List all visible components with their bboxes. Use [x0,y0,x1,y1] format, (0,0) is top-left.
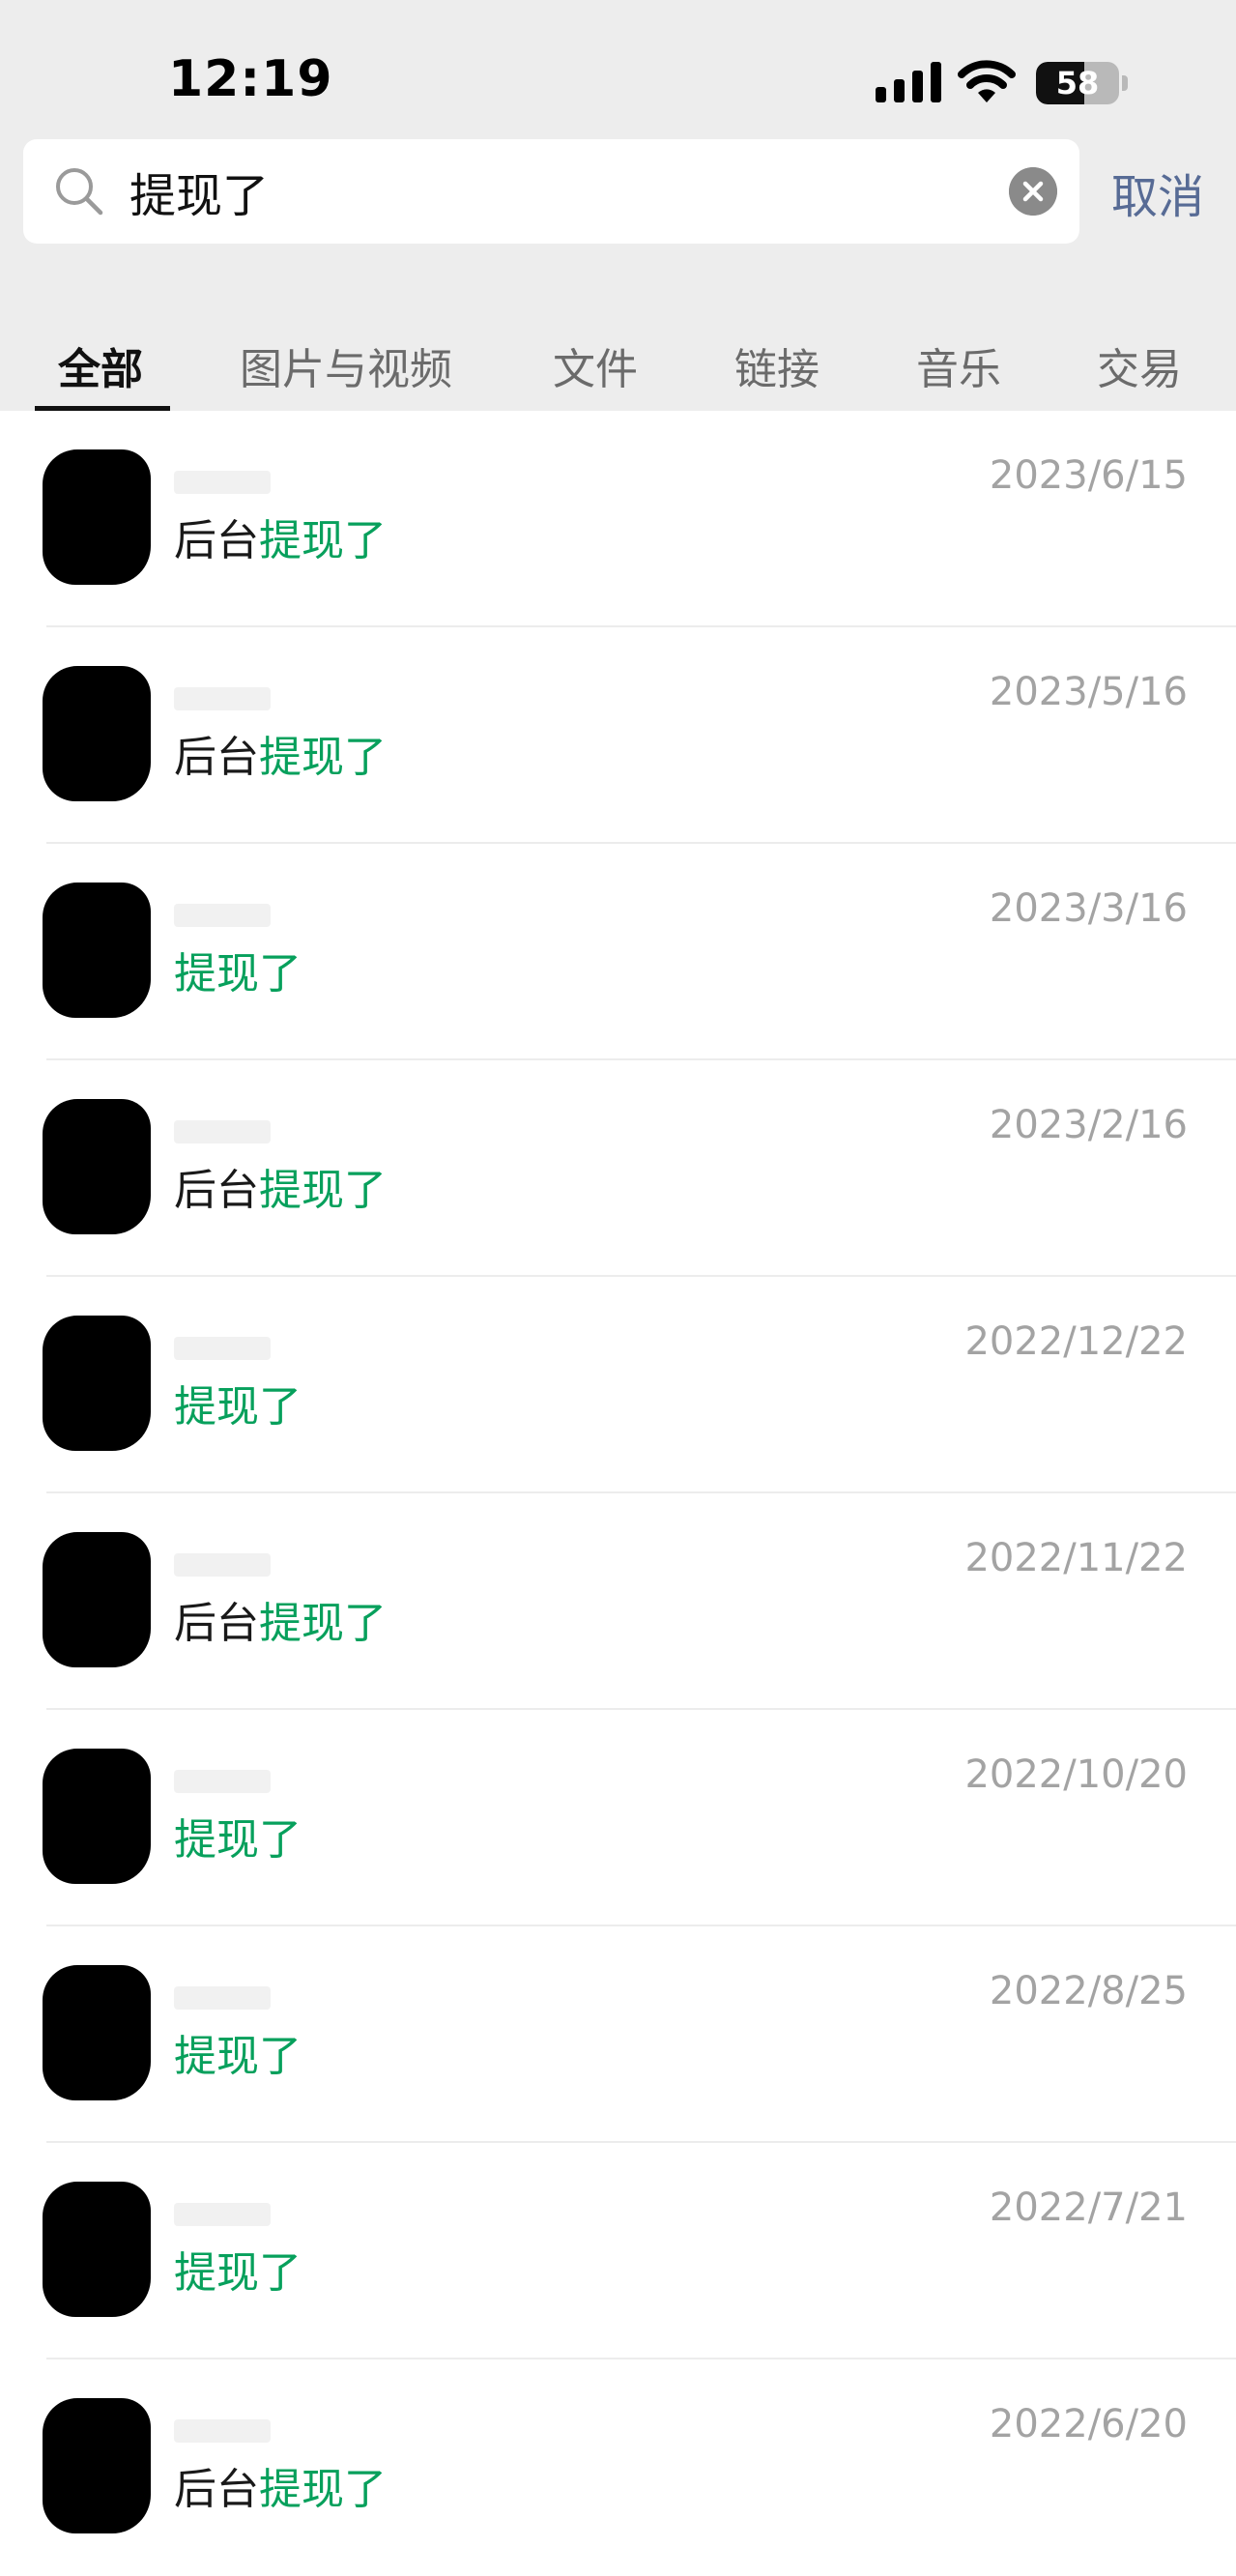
tab-images-videos[interactable]: 图片与视频 [240,334,452,396]
contact-name-redacted [174,471,271,494]
result-date: 2023/5/16 [989,670,1188,714]
result-row[interactable]: 2022/7/21 提现了 [0,2143,1236,2359]
avatar [43,1749,151,1884]
result-row[interactable]: 2022/6/20 后台提现了 [0,2359,1236,2576]
tab-files[interactable]: 文件 [553,334,638,396]
avatar [43,2398,151,2533]
tab-links[interactable]: 链接 [734,334,819,396]
search-input[interactable] [129,159,980,224]
result-date: 2023/6/15 [989,453,1188,498]
contact-name-redacted [174,2419,271,2443]
result-date: 2022/11/22 [964,1536,1188,1580]
avatar [43,1532,151,1667]
snippet-match: 提现了 [174,949,302,999]
search-box[interactable] [23,139,1079,244]
result-date: 2022/8/25 [989,1969,1188,2013]
contact-name-redacted [174,1986,271,2010]
snippet-match: 提现了 [259,1599,387,1648]
result-row[interactable]: 2023/5/16 后台提现了 [0,627,1236,844]
snippet-prefix: 后台 [174,733,259,782]
result-snippet: 提现了 [174,939,302,1000]
result-snippet: 提现了 [174,1805,302,1867]
snippet-match: 提现了 [259,733,387,782]
result-row[interactable]: 2022/12/22 提现了 [0,1277,1236,1493]
result-date: 2022/6/20 [989,2402,1188,2446]
status-time: 12:19 [168,50,333,108]
result-row[interactable]: 2022/11/22 后台提现了 [0,1493,1236,1710]
avatar [43,449,151,585]
snippet-prefix: 后台 [174,2465,259,2514]
avatar [43,1099,151,1234]
snippet-prefix: 后台 [174,1599,259,1648]
snippet-prefix: 后台 [174,1166,259,1215]
cellular-signal-icon [876,62,941,102]
avatar [43,1965,151,2100]
contact-name-redacted [174,1770,271,1793]
snippet-prefix: 后台 [174,516,259,565]
avatar [43,666,151,801]
search-icon [56,168,103,216]
battery-level: 58 [1055,65,1100,101]
result-snippet: 后台提现了 [174,722,387,784]
result-date: 2022/12/22 [964,1319,1188,1364]
snippet-match: 提现了 [174,2032,302,2081]
snippet-match: 提现了 [259,516,387,565]
result-snippet: 后台提现了 [174,506,387,567]
result-date: 2022/10/20 [964,1752,1188,1797]
battery-icon: 58 [1036,62,1129,104]
result-snippet: 提现了 [174,1372,302,1433]
contact-name-redacted [174,1120,271,1143]
avatar [43,883,151,1018]
result-row[interactable]: 2022/8/25 提现了 [0,1926,1236,2143]
result-row[interactable]: 2023/6/15 后台提现了 [0,411,1236,627]
cancel-button[interactable]: 取消 [1111,159,1204,226]
result-snippet: 提现了 [174,2238,302,2300]
tab-all[interactable]: 全部 [58,334,143,396]
contact-name-redacted [174,904,271,927]
result-row[interactable]: 2022/10/20 提现了 [0,1710,1236,1926]
avatar [43,1316,151,1451]
filter-tabs: 全部 图片与视频 文件 链接 音乐 交易 [0,329,1236,411]
result-date: 2023/2/16 [989,1103,1188,1147]
result-snippet: 后台提现了 [174,2454,387,2516]
result-date: 2022/7/21 [989,2185,1188,2230]
result-snippet: 后台提现了 [174,1155,387,1217]
result-snippet: 提现了 [174,2021,302,2083]
result-date: 2023/3/16 [989,886,1188,931]
result-snippet: 后台提现了 [174,1588,387,1650]
search-header: 12:19 58 取消 全部 图片与视频 文件 链接 [0,0,1236,411]
contact-name-redacted [174,2203,271,2226]
tab-transactions[interactable]: 交易 [1097,334,1182,396]
clear-icon[interactable] [1009,167,1057,216]
snippet-match: 提现了 [174,1815,302,1865]
avatar [43,2182,151,2317]
contact-name-redacted [174,687,271,710]
snippet-match: 提现了 [174,1382,302,1432]
contact-name-redacted [174,1337,271,1360]
result-row[interactable]: 2023/3/16 提现了 [0,844,1236,1060]
contact-name-redacted [174,1553,271,1577]
wifi-icon [958,60,1016,102]
result-row[interactable]: 2023/2/16 后台提现了 [0,1060,1236,1277]
snippet-match: 提现了 [259,1166,387,1215]
snippet-match: 提现了 [259,2465,387,2514]
tab-music[interactable]: 音乐 [916,334,1001,396]
snippet-match: 提现了 [174,2248,302,2298]
